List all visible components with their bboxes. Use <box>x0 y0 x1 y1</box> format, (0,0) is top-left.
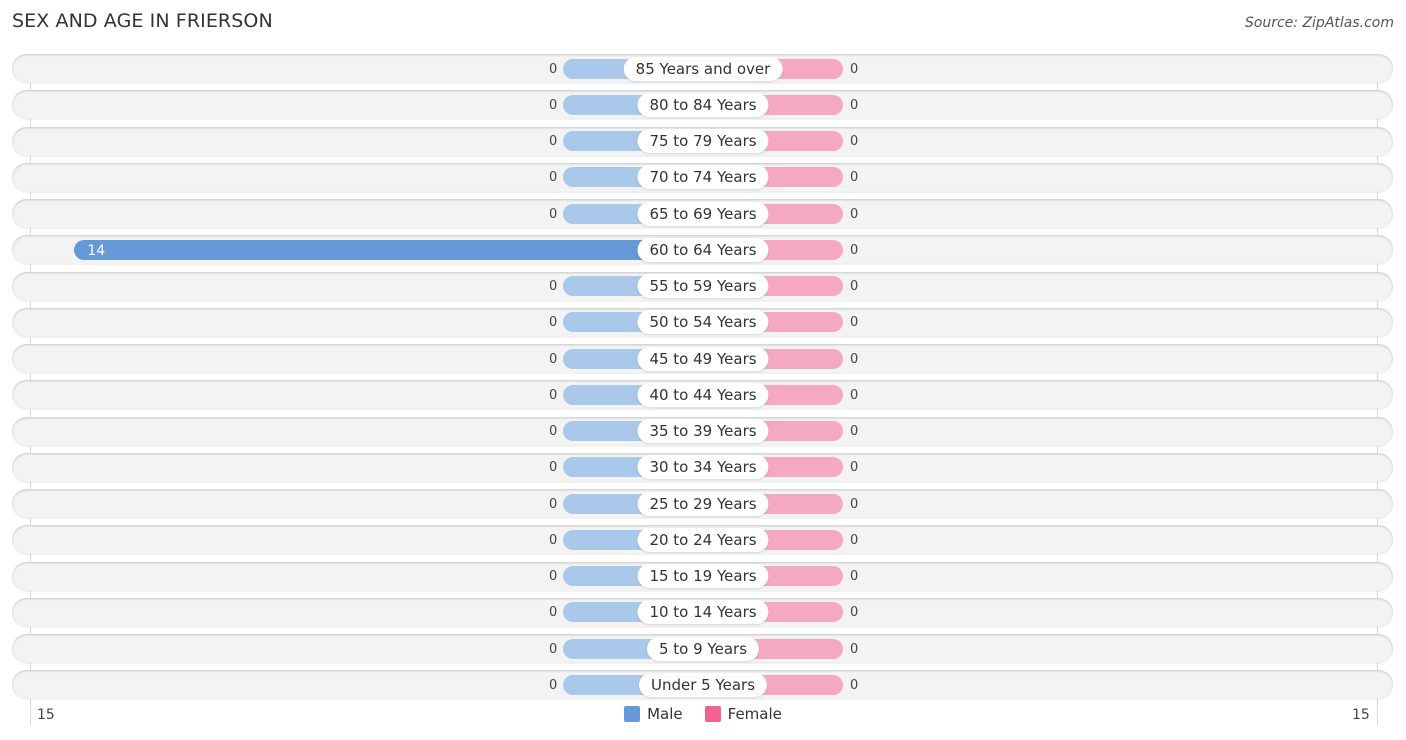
value-label-female: 0 <box>850 677 859 693</box>
value-label-female: 0 <box>850 532 859 548</box>
value-label-male: 0 <box>549 387 558 403</box>
legend-item-female[interactable]: Female <box>704 705 782 723</box>
category-label: 5 to 9 Years <box>646 636 760 661</box>
value-label-male: 0 <box>549 605 558 621</box>
bar-male[interactable] <box>74 239 703 260</box>
value-label-male: 0 <box>549 460 558 476</box>
category-label: 25 to 29 Years <box>637 491 769 516</box>
value-label-female: 0 <box>850 496 859 512</box>
category-label: 60 to 64 Years <box>637 237 769 262</box>
legend-swatch-male <box>624 706 641 722</box>
value-label-male: 0 <box>549 569 558 584</box>
value-label-female: 0 <box>850 424 859 439</box>
legend: Male Female <box>0 705 1406 723</box>
value-label-male: 0 <box>549 206 558 222</box>
value-label-female: 0 <box>850 569 859 584</box>
category-label: 65 to 69 Years <box>637 201 769 226</box>
value-label-female: 0 <box>850 641 859 657</box>
category-label: 10 to 14 Years <box>637 600 769 625</box>
category-label: 35 to 39 Years <box>637 419 769 443</box>
value-label-male: 0 <box>549 532 558 548</box>
value-label-female: 0 <box>850 134 859 149</box>
category-label: 55 to 59 Years <box>637 274 769 298</box>
source-label: Source: ZipAtlas.com <box>1244 15 1394 31</box>
category-label: 20 to 24 Years <box>637 527 769 552</box>
value-label-male: 0 <box>549 170 558 186</box>
category-label: 30 to 34 Years <box>637 455 769 480</box>
value-label-female: 0 <box>850 242 859 258</box>
category-label: 15 to 19 Years <box>637 564 769 588</box>
value-label-female: 0 <box>850 460 859 476</box>
legend-swatch-female <box>704 706 721 722</box>
value-label-male: 0 <box>549 677 558 693</box>
value-label-female: 0 <box>850 206 859 222</box>
value-label-male: 0 <box>549 315 558 331</box>
category-label: 50 to 54 Years <box>637 310 769 335</box>
value-label-male: 14 <box>87 242 106 259</box>
value-label-female: 0 <box>850 387 859 403</box>
value-label-female: 0 <box>850 61 859 77</box>
value-label-female: 0 <box>850 351 859 367</box>
value-label-female: 0 <box>850 315 859 331</box>
category-label: 70 to 74 Years <box>637 165 769 190</box>
legend-item-male[interactable]: Male <box>624 705 683 723</box>
value-label-male: 0 <box>549 61 558 77</box>
category-label: 45 to 49 Years <box>637 346 769 371</box>
value-label-male: 0 <box>549 279 558 294</box>
value-label-female: 0 <box>850 279 859 294</box>
value-label-female: 0 <box>850 605 859 621</box>
category-label: 80 to 84 Years <box>637 92 769 117</box>
chart-title: SEX AND AGE IN FRIERSON <box>12 10 273 32</box>
value-label-male: 0 <box>549 424 558 439</box>
value-label-female: 0 <box>850 97 859 113</box>
legend-label-male: Male <box>647 705 683 723</box>
category-label: Under 5 Years <box>638 672 768 697</box>
value-label-male: 0 <box>549 351 558 367</box>
category-label: 75 to 79 Years <box>637 129 769 153</box>
value-label-male: 0 <box>549 496 558 512</box>
value-label-male: 0 <box>549 641 558 657</box>
value-label-male: 0 <box>549 134 558 149</box>
category-label: 40 to 44 Years <box>637 382 769 407</box>
category-label: 85 Years and over <box>623 56 783 81</box>
legend-label-female: Female <box>727 705 782 723</box>
value-label-male: 0 <box>549 97 558 113</box>
value-label-female: 0 <box>850 170 859 186</box>
